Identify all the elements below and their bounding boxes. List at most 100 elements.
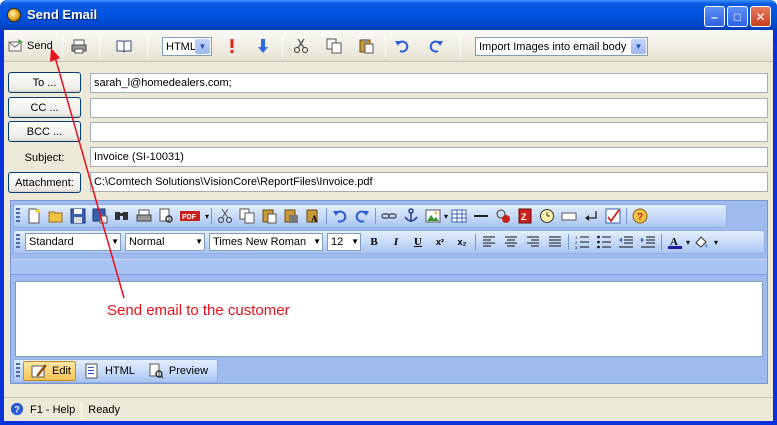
find-icon[interactable]: [114, 208, 130, 224]
title-bar[interactable]: Send Email – □ ✕: [0, 0, 777, 30]
main-toolbar: Send HTML ▼ Import Images into email bod…: [4, 30, 773, 62]
import-images-select[interactable]: Import Images into email body ▼: [475, 37, 648, 56]
print-icon[interactable]: [136, 208, 152, 224]
date-time-icon[interactable]: [539, 208, 555, 224]
cut-icon[interactable]: [217, 208, 233, 224]
paste-button[interactable]: [358, 36, 374, 56]
address-book-icon: [116, 38, 132, 54]
cut-icon: [293, 38, 309, 54]
chevron-down-icon: ▼: [631, 39, 646, 54]
send-button[interactable]: Send: [8, 36, 53, 56]
cc-field[interactable]: [90, 98, 768, 118]
line-break-icon[interactable]: [583, 208, 599, 224]
toolbar-grip[interactable]: [16, 363, 20, 379]
paragraph-select[interactable]: Normal ▼: [125, 233, 205, 251]
subject-label: Subject:: [24, 151, 65, 164]
chevron-down-icon: ▼: [313, 237, 321, 246]
symbol-icon[interactable]: Z: [517, 208, 533, 224]
form-field-icon[interactable]: [561, 208, 577, 224]
font-color-icon[interactable]: A: [667, 234, 683, 250]
redo-icon[interactable]: [354, 208, 370, 224]
tab-html-label: HTML: [104, 365, 135, 377]
print-icon: [71, 38, 87, 54]
tab-html[interactable]: HTML: [76, 361, 140, 381]
decrease-indent-icon[interactable]: [618, 234, 634, 250]
chevron-down-icon[interactable]: ▾: [205, 212, 209, 221]
increase-indent-icon[interactable]: [640, 234, 656, 250]
hyperlink-icon[interactable]: [381, 208, 397, 224]
chevron-down-icon[interactable]: ▾: [444, 212, 448, 221]
bulleted-list-icon[interactable]: [596, 234, 612, 250]
low-priority-icon: [255, 38, 271, 54]
subject-field[interactable]: Invoice (SI-10031): [90, 147, 768, 167]
tab-preview[interactable]: Preview: [140, 361, 213, 381]
send-label: Send: [27, 40, 53, 52]
print-preview-icon[interactable]: [158, 208, 174, 224]
align-left-icon[interactable]: [481, 234, 497, 250]
email-body-editor[interactable]: [15, 281, 763, 357]
status-bar: ? F1 - Help Ready: [4, 397, 773, 421]
chevron-down-icon[interactable]: ▾: [714, 238, 718, 247]
new-document-icon[interactable]: [26, 208, 42, 224]
redo-icon: [428, 38, 444, 54]
window-title: Send Email: [27, 7, 98, 22]
close-button[interactable]: ✕: [750, 6, 771, 27]
print-button[interactable]: [71, 36, 87, 56]
toolbar-grip[interactable]: [16, 234, 20, 250]
open-folder-icon[interactable]: [48, 208, 64, 224]
save-as-icon[interactable]: [92, 208, 108, 224]
cc-button[interactable]: CC ...: [8, 97, 81, 118]
bold-button[interactable]: B: [367, 236, 381, 248]
insert-table-icon[interactable]: [451, 208, 467, 224]
send-icon: [8, 38, 24, 54]
format-select[interactable]: HTML ▼: [162, 37, 212, 56]
style-select[interactable]: Standard ▼: [25, 233, 121, 251]
special-character-icon[interactable]: [495, 208, 511, 224]
editor-toolbar-format: Standard ▼ Normal ▼ Times New Roman ▼ 12…: [13, 230, 765, 254]
minimize-button[interactable]: –: [704, 6, 725, 27]
numbered-list-icon[interactable]: 123: [574, 234, 590, 250]
save-icon[interactable]: [70, 208, 86, 224]
horizontal-rule-icon[interactable]: [473, 208, 489, 224]
to-field[interactable]: sarah_l@homedealers.com;: [90, 73, 768, 93]
justify-icon[interactable]: [547, 234, 563, 250]
copy-icon[interactable]: [239, 208, 255, 224]
subscript-button[interactable]: x₂: [455, 237, 469, 247]
help-icon[interactable]: ?: [632, 208, 648, 224]
highlight-color-icon[interactable]: [693, 234, 709, 250]
cut-button[interactable]: [293, 36, 309, 56]
high-priority-icon: [224, 38, 240, 54]
font-select[interactable]: Times New Roman ▼: [209, 233, 323, 251]
undo-icon[interactable]: [332, 208, 348, 224]
undo-button[interactable]: [394, 36, 410, 56]
align-center-icon[interactable]: [503, 234, 519, 250]
tab-edit[interactable]: Edit: [23, 361, 76, 381]
anchor-icon[interactable]: [403, 208, 419, 224]
insert-image-icon[interactable]: [425, 208, 441, 224]
paste-text-icon[interactable]: A: [305, 208, 321, 224]
preview-icon: [148, 363, 164, 379]
superscript-button[interactable]: x²: [433, 237, 447, 247]
low-priority-button[interactable]: [255, 36, 271, 56]
bcc-button[interactable]: BCC ...: [8, 121, 81, 142]
copy-button[interactable]: [326, 36, 342, 56]
italic-button[interactable]: I: [389, 236, 403, 248]
attachment-button[interactable]: Attachment:: [8, 172, 81, 193]
paste-icon[interactable]: [261, 208, 277, 224]
paste-special-icon[interactable]: [283, 208, 299, 224]
redo-button[interactable]: [428, 36, 444, 56]
bcc-field[interactable]: [90, 122, 768, 142]
chevron-down-icon[interactable]: ▾: [686, 238, 690, 247]
spell-check-icon[interactable]: [605, 208, 621, 224]
status-help[interactable]: ? F1 - Help: [4, 401, 81, 419]
underline-button[interactable]: U: [411, 236, 425, 248]
toolbar-grip[interactable]: [16, 208, 20, 224]
high-priority-button[interactable]: [224, 36, 240, 56]
align-right-icon[interactable]: [525, 234, 541, 250]
maximize-button[interactable]: □: [727, 6, 748, 27]
pdf-icon[interactable]: PDF: [180, 208, 202, 224]
attachment-field[interactable]: C:\Comtech Solutions\VisionCore\ReportFi…: [90, 172, 768, 192]
to-button[interactable]: To ...: [8, 72, 81, 93]
font-size-select[interactable]: 12 ▼: [327, 233, 361, 251]
address-book-button[interactable]: [116, 36, 132, 56]
